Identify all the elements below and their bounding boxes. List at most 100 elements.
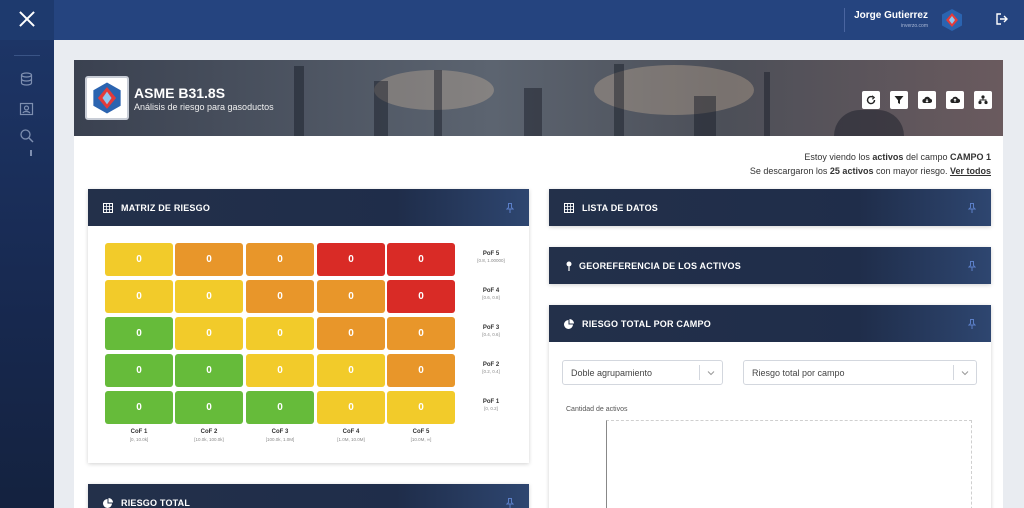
pie-chart-icon	[103, 498, 113, 508]
matrix-cell[interactable]: 0	[317, 243, 385, 276]
cloud-download-icon	[922, 96, 932, 104]
cloud-download-button[interactable]	[918, 91, 936, 109]
refresh-icon	[866, 95, 876, 105]
matrix-cell[interactable]: 0	[175, 280, 243, 313]
filter-button[interactable]	[890, 91, 908, 109]
id-card-icon[interactable]	[19, 101, 34, 116]
close-menu-icon[interactable]	[17, 9, 37, 29]
cof-range: [10.0k, 100.0k]	[194, 437, 224, 442]
pin-icon[interactable]	[968, 319, 976, 329]
info-count: 25 activos	[829, 166, 874, 176]
pof-label: PoF 2 [0.2, 0.4]	[466, 362, 516, 375]
matrix-cell[interactable]: 0	[317, 354, 385, 387]
user-subtitle: inverzo.com	[901, 23, 928, 29]
cof-name: CoF 2	[200, 429, 218, 435]
sidebar	[0, 40, 54, 508]
pof-range: [0.4, 0.6]	[482, 332, 500, 337]
group-select[interactable]: Doble agrupamiento	[562, 360, 723, 385]
pie-chart-icon	[564, 319, 574, 329]
matrix-cell[interactable]: 0	[246, 317, 314, 350]
top-bar: Jorge Gutierrez inverzo.com	[0, 0, 1024, 40]
matrix-cell[interactable]: 0	[246, 280, 314, 313]
chevron-down-icon	[707, 371, 715, 376]
cloud-upload-icon	[950, 96, 960, 104]
cof-range: [1.0M, 10.0M]	[337, 437, 365, 442]
info-text: con mayor riesgo.	[873, 166, 950, 176]
table-icon	[564, 203, 574, 213]
cof-range: [0, 10.0k]	[129, 437, 149, 442]
pof-label: PoF 1 [0, 0.2]	[466, 399, 516, 412]
user-info[interactable]: Jorge Gutierrez inverzo.com	[854, 10, 928, 29]
pof-label: PoF 5 [0.8, 1.00000]	[466, 251, 516, 264]
cof-label: CoF 1 [0, 10.0k]	[105, 429, 173, 442]
matrix-cell[interactable]: 0	[317, 280, 385, 313]
pof-range: [0.2, 0.4]	[482, 369, 500, 374]
info-line-1: Estoy viendo los activos del campo CAMPO…	[804, 152, 991, 162]
card-title: RIESGO TOTAL POR CAMPO	[582, 319, 711, 329]
logout-icon[interactable]	[996, 13, 1008, 25]
card-header[interactable]: RIESGO TOTAL	[88, 484, 529, 508]
card-title: GEOREFERENCIA DE LOS ACTIVOS	[579, 261, 741, 271]
matrix-cell[interactable]: 0	[105, 280, 173, 313]
database-icon[interactable]	[19, 72, 34, 87]
matrix-cell[interactable]: 0	[175, 243, 243, 276]
ver-todos-link[interactable]: Ver todos	[950, 166, 991, 176]
pin-icon[interactable]	[506, 498, 514, 508]
pin-icon[interactable]	[968, 203, 976, 213]
matrix-cell[interactable]: 0	[175, 354, 243, 387]
app-logo	[85, 76, 129, 120]
card-header[interactable]: MATRIZ DE RIESGO	[88, 189, 529, 226]
matrix-cell[interactable]: 0	[387, 243, 455, 276]
pof-range: [0.8, 1.00000]	[477, 258, 505, 263]
cof-label: CoF 3 [100.0k, 1.0M]	[246, 429, 314, 442]
risk-matrix-card: MATRIZ DE RIESGO 0 0 0 0 0 PoF 5 [0.8, 1.00000…	[88, 189, 529, 463]
app-title: ASME B31.8S	[134, 85, 226, 101]
card-header[interactable]: GEOREFERENCIA DE LOS ACTIVOS	[549, 247, 991, 284]
sitemap-icon	[978, 95, 988, 105]
pin-icon[interactable]	[506, 203, 514, 213]
sitemap-button[interactable]	[974, 91, 992, 109]
info-text: Se descargaron los	[749, 166, 830, 176]
pof-label: PoF 4 [0.6, 0.8]	[466, 288, 516, 301]
pof-label: PoF 3 [0.4, 0.6]	[466, 325, 516, 338]
sidebar-separator	[14, 55, 40, 56]
cof-name: CoF 4	[342, 429, 360, 435]
matrix-cell[interactable]: 0	[105, 391, 173, 424]
matrix-cell[interactable]: 0	[387, 317, 455, 350]
table-icon	[103, 203, 113, 213]
matrix-cell[interactable]: 0	[175, 317, 243, 350]
matrix-cell[interactable]: 0	[246, 354, 314, 387]
risk-by-field-card: RIESGO TOTAL POR CAMPO Doble agrupamient…	[549, 305, 991, 508]
avatar[interactable]	[940, 8, 964, 32]
matrix-cell[interactable]: 0	[105, 354, 173, 387]
card-header[interactable]: LISTA DE DATOS	[549, 189, 991, 226]
select-divider	[953, 365, 954, 380]
chart-plot-area	[606, 420, 972, 508]
metric-select[interactable]: Riesgo total por campo	[743, 360, 977, 385]
matrix-cell[interactable]: 0	[387, 280, 455, 313]
card-header[interactable]: RIESGO TOTAL POR CAMPO	[549, 305, 991, 342]
matrix-cell[interactable]: 0	[105, 317, 173, 350]
cloud-upload-button[interactable]	[946, 91, 964, 109]
info-activos: activos	[872, 152, 904, 162]
matrix-cell[interactable]: 0	[317, 317, 385, 350]
cof-label: CoF 4 [1.0M, 10.0M]	[317, 429, 385, 442]
refresh-button[interactable]	[862, 91, 880, 109]
group-select-value: Doble agrupamiento	[571, 368, 653, 378]
cof-range: [100.0k, 1.0M]	[265, 437, 295, 442]
app-subtitle: Análisis de riesgo para gasoductos	[134, 102, 274, 112]
matrix-cell[interactable]: 0	[175, 391, 243, 424]
filter-icon	[894, 96, 904, 104]
pin-icon[interactable]	[968, 261, 976, 271]
georeference-card: GEOREFERENCIA DE LOS ACTIVOS	[549, 247, 991, 284]
pof-range: [0.6, 0.8]	[482, 295, 500, 300]
matrix-cell[interactable]: 0	[317, 391, 385, 424]
matrix-cell[interactable]: 0	[246, 391, 314, 424]
search-icon[interactable]	[19, 128, 34, 143]
matrix-cell[interactable]: 0	[387, 391, 455, 424]
cof-name: CoF 3	[271, 429, 289, 435]
chart-y-label: Cantidad de activos	[566, 406, 628, 413]
matrix-cell[interactable]: 0	[105, 243, 173, 276]
matrix-cell[interactable]: 0	[387, 354, 455, 387]
matrix-cell[interactable]: 0	[246, 243, 314, 276]
